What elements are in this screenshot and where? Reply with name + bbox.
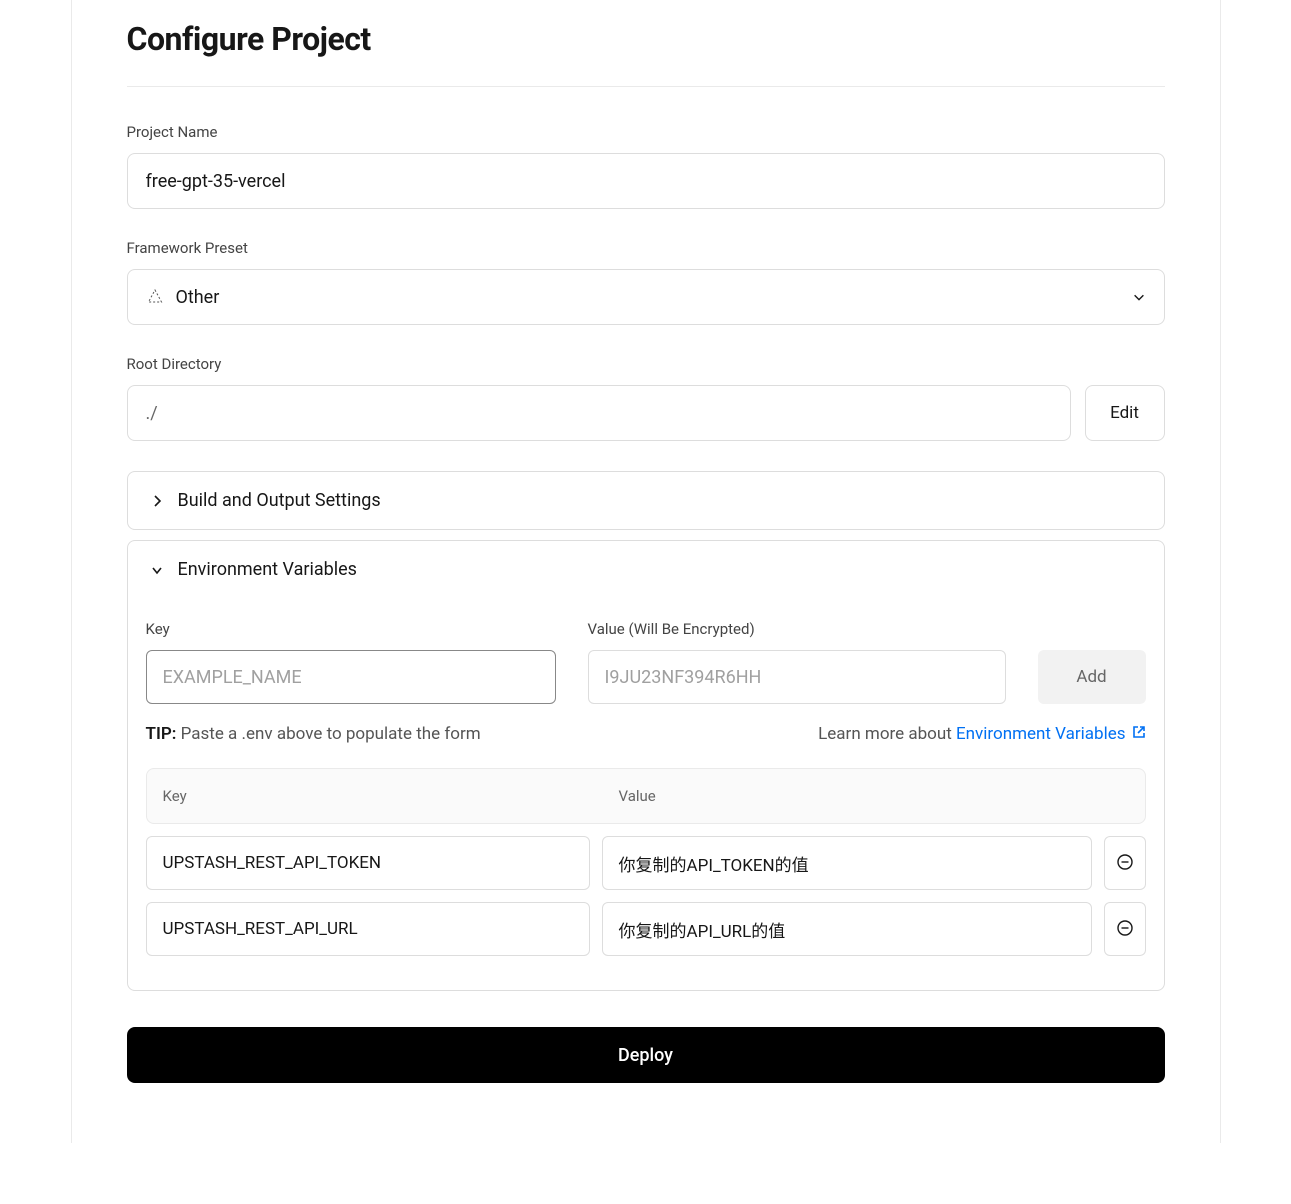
env-var-key-cell[interactable]: UPSTASH_REST_API_URL	[146, 902, 590, 956]
configure-project-panel: Configure Project Project Name Framework…	[71, 0, 1221, 1143]
remove-icon	[1116, 919, 1134, 940]
framework-other-icon	[146, 288, 164, 306]
env-var-value-cell[interactable]: 你复制的API_URL的值	[602, 902, 1092, 956]
env-var-remove-button[interactable]	[1104, 902, 1146, 956]
root-directory-input[interactable]	[127, 385, 1071, 441]
env-tip-label: TIP:	[146, 724, 177, 744]
env-learn-more: Learn more about Environment Variables	[818, 724, 1145, 744]
external-link-icon	[1132, 724, 1146, 744]
chevron-down-icon	[1132, 290, 1146, 304]
env-key-input[interactable]	[146, 650, 556, 704]
env-value-label: Value (Will Be Encrypted)	[588, 620, 1006, 638]
framework-preset-select[interactable]: Other	[127, 269, 1165, 325]
environment-variables-toggle[interactable]: Environment Variables	[128, 541, 1164, 598]
build-output-settings-title: Build and Output Settings	[178, 490, 381, 511]
page-title: Configure Project	[127, 20, 1165, 58]
root-directory-label: Root Directory	[127, 355, 1165, 373]
env-tip-text: TIP: Paste a .env above to populate the …	[146, 724, 481, 744]
env-var-remove-button[interactable]	[1104, 836, 1146, 890]
project-name-label: Project Name	[127, 123, 1165, 141]
project-name-group: Project Name	[127, 123, 1165, 209]
env-table-key-header: Key	[163, 787, 619, 805]
env-var-row: UPSTASH_REST_API_TOKEN 你复制的API_TOKEN的值	[146, 836, 1146, 890]
env-var-key-cell[interactable]: UPSTASH_REST_API_TOKEN	[146, 836, 590, 890]
environment-variables-section: Environment Variables Key Value (Will Be…	[127, 540, 1165, 991]
divider	[127, 86, 1165, 87]
environment-variables-title: Environment Variables	[178, 559, 357, 580]
env-var-input-row: Key Value (Will Be Encrypted) Add	[146, 620, 1146, 704]
env-add-button[interactable]: Add	[1038, 650, 1146, 704]
env-var-value-cell[interactable]: 你复制的API_TOKEN的值	[602, 836, 1092, 890]
framework-preset-value: Other	[176, 287, 220, 308]
chevron-down-icon	[150, 563, 164, 577]
env-table-value-header: Value	[619, 787, 1129, 805]
env-value-input[interactable]	[588, 650, 1006, 704]
framework-preset-selected: Other	[146, 287, 220, 308]
chevron-right-icon	[150, 494, 164, 508]
env-var-row: UPSTASH_REST_API_URL 你复制的API_URL的值	[146, 902, 1146, 956]
build-output-settings-toggle[interactable]: Build and Output Settings	[128, 472, 1164, 529]
env-vars-docs-link[interactable]: Environment Variables	[956, 724, 1146, 744]
remove-icon	[1116, 853, 1134, 874]
env-key-label: Key	[146, 620, 556, 638]
env-table-header: Key Value	[146, 768, 1146, 824]
env-value-col: Value (Will Be Encrypted)	[588, 620, 1006, 704]
framework-preset-group: Framework Preset Other	[127, 239, 1165, 325]
env-key-col: Key	[146, 620, 556, 704]
environment-variables-body: Key Value (Will Be Encrypted) Add TIP: P…	[128, 598, 1164, 990]
build-output-settings-section: Build and Output Settings	[127, 471, 1165, 530]
env-tip-row: TIP: Paste a .env above to populate the …	[146, 724, 1146, 744]
framework-preset-label: Framework Preset	[127, 239, 1165, 257]
root-directory-group: Root Directory Edit	[127, 355, 1165, 441]
root-directory-edit-button[interactable]: Edit	[1085, 385, 1165, 441]
deploy-button[interactable]: Deploy	[127, 1027, 1165, 1083]
project-name-input[interactable]	[127, 153, 1165, 209]
